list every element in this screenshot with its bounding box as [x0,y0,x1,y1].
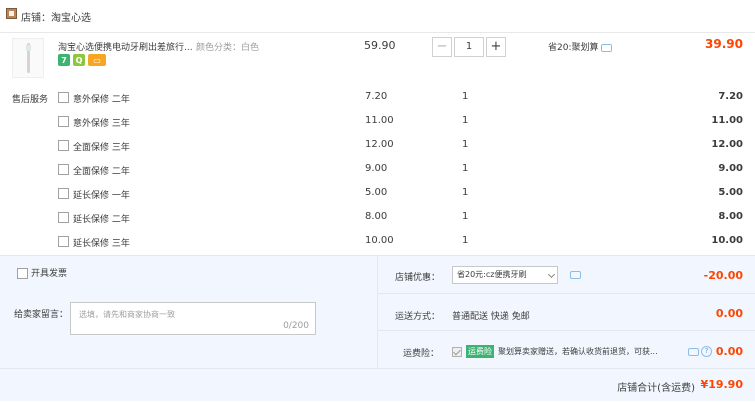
quality-guarantee-icon[interactable]: Q [73,54,85,66]
service-row: 延长保修 二年 8.00 1 8.00 [58,210,748,228]
help-icon[interactable]: ? [701,346,712,357]
service-total: 8.00 [718,211,743,222]
row-divider [377,330,755,331]
coupon-label: 店铺优惠： [395,273,441,283]
coupon-selected: 省20元:cz便携牙刷 [457,270,527,279]
shipping-label: 运送方式： [395,312,441,322]
shop-icon [6,8,17,19]
service-total: 11.00 [711,115,743,126]
saving-text: 省20:聚划算 [548,43,599,53]
chat-icon[interactable] [570,271,581,279]
service-price: 9.00 [365,163,388,174]
service-name: 意外保修 二年 [73,95,130,105]
qty-input[interactable]: 1 [454,37,484,57]
service-name: 延长保修 二年 [73,215,130,225]
service-name: 延长保修 一年 [73,191,130,201]
coupon-discount: -20.00 [703,269,743,282]
credit-card-icon[interactable]: ▭ [88,54,106,66]
chat-icon[interactable] [688,348,699,356]
product-sku: 颜色分类：白色 [196,43,260,53]
service-price: 10.00 [365,235,394,246]
message-char-count: 0/200 [283,321,309,331]
unit-price: 59.90 [364,39,396,52]
chat-icon[interactable] [600,43,612,52]
seller-message-field[interactable]: 选填，请先和商家协商一致 0/200 [70,302,316,335]
service-checkbox[interactable] [58,140,69,151]
service-qty: 1 [462,187,469,198]
service-price: 11.00 [365,115,394,126]
service-name: 延长保修 三年 [73,239,130,249]
insurance-badge: 运费险 [466,345,494,358]
service-checkbox[interactable] [58,212,69,223]
service-price: 8.00 [365,211,388,222]
service-total: 7.20 [718,91,743,102]
service-name: 意外保修 三年 [73,119,130,129]
qty-minus-button[interactable]: − [432,37,452,57]
service-total: 5.00 [718,187,743,198]
service-qty: 1 [462,139,469,150]
service-total: 9.00 [718,163,743,174]
shop-header: 店铺：淘宝心选 [0,0,755,33]
service-total: 12.00 [711,139,743,150]
seven-day-return-icon[interactable]: 7 [58,54,70,66]
service-qty: 1 [462,235,469,246]
shipping-fee: 0.00 [715,307,743,320]
service-checkbox[interactable] [58,116,69,127]
coupon-select[interactable]: 省20元:cz便携牙刷 [452,266,558,284]
product-thumbnail[interactable] [12,38,44,78]
shipping-method: 普通配送 快递 免邮 [452,312,530,322]
service-price: 7.20 [365,91,388,102]
saving-info: 省20:聚划算 [548,40,612,53]
service-name: 全面保修 三年 [73,143,130,153]
insurance-icons: ? [688,346,712,357]
column-divider [377,256,378,368]
chevron-down-icon [547,270,556,279]
service-price: 12.00 [365,139,394,150]
service-row: 意外保修 三年 11.00 1 11.00 [58,114,748,132]
product-title[interactable]: 淘宝心选便携电动牙刷出差旅行... [58,40,193,53]
service-checkbox[interactable] [58,164,69,175]
service-name: 全面保修 二年 [73,167,130,177]
service-price: 5.00 [365,187,388,198]
invoice-option[interactable]: 开具发票 [17,266,67,279]
after-sales-label: 售后服务 [12,95,49,105]
service-row: 延长保修 三年 10.00 1 10.00 [58,234,748,252]
item-total: 39.90 [705,37,743,51]
order-options-panel: 开具发票 给卖家留言： 选填，请先和商家协商一致 0/200 店铺优惠： 省20… [0,255,755,401]
insurance-checkbox [452,347,462,357]
service-qty: 1 [462,211,469,222]
shop-total-value: ¥19.90 [700,378,743,391]
shop-name[interactable]: 店铺：淘宝心选 [21,9,91,24]
message-label: 给卖家留言： [14,310,69,320]
service-checkbox[interactable] [58,92,69,103]
insurance-label: 运费险： [403,349,440,359]
cart-item: 淘宝心选便携电动牙刷出差旅行... 颜色分类：白色 7 Q ▭ 59.90 − … [0,33,755,255]
service-row: 全面保修 三年 12.00 1 12.00 [58,138,748,156]
qty-plus-button[interactable]: + [486,37,506,57]
service-row: 全面保修 二年 9.00 1 9.00 [58,162,748,180]
service-qty: 1 [462,163,469,174]
service-row: 意外保修 二年 7.20 1 7.20 [58,90,748,108]
service-checkbox[interactable] [58,236,69,247]
shop-total-row: 店铺合计(含运费) ¥19.90 [0,368,755,402]
insurance-description: 聚划算卖家赠送，若确认收货前退货，可获... [498,347,658,356]
invoice-checkbox[interactable] [17,268,28,279]
service-row: 延长保修 一年 5.00 1 5.00 [58,186,748,204]
row-divider [377,293,755,294]
quantity-stepper: − 1 + [432,37,506,57]
service-total: 10.00 [711,235,743,246]
insurance-fee: 0.00 [715,345,743,358]
service-checkbox[interactable] [58,188,69,199]
message-placeholder: 选填，请先和商家协商一致 [79,310,175,319]
shop-total-label: 店铺合计(含运费) [617,383,695,394]
service-qty: 1 [462,115,469,126]
service-badges: 7 Q ▭ [58,54,106,66]
invoice-label: 开具发票 [31,269,68,279]
service-qty: 1 [462,91,469,102]
